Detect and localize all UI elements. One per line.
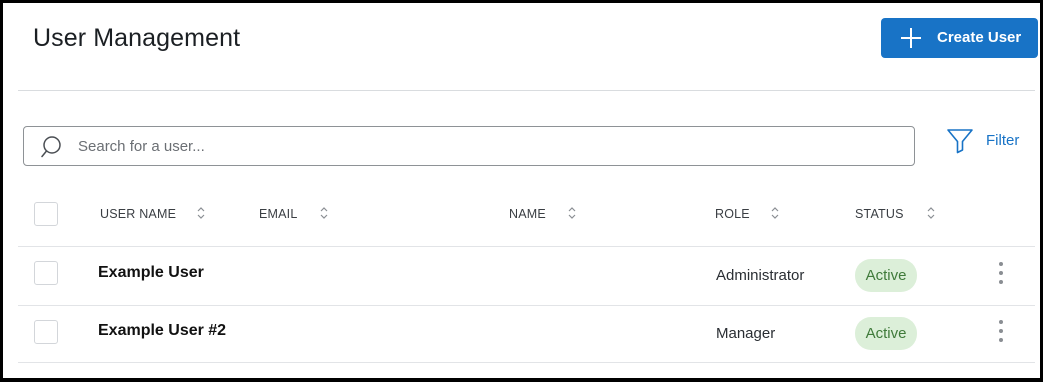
search-icon: [41, 136, 61, 158]
role-cell: Administrator: [716, 267, 805, 284]
more-vertical-icon[interactable]: [994, 261, 1008, 287]
user-name-cell[interactable]: Example User #2: [98, 322, 226, 340]
filter-icon: [947, 129, 973, 154]
column-header-name[interactable]: NAME: [509, 207, 546, 221]
header-divider: [18, 90, 1035, 91]
more-vertical-icon[interactable]: [994, 319, 1008, 345]
plus-icon: [901, 28, 921, 48]
row-checkbox[interactable]: [34, 261, 58, 285]
filter-button[interactable]: Filter: [946, 126, 1026, 156]
column-header-status[interactable]: STATUS: [855, 207, 904, 221]
sort-icon[interactable]: [319, 206, 329, 220]
filter-label: Filter: [986, 132, 1020, 149]
search-box[interactable]: [23, 126, 915, 166]
sort-icon[interactable]: [196, 206, 206, 220]
role-cell: Manager: [716, 325, 776, 342]
row-divider: [18, 305, 1035, 306]
search-input[interactable]: [78, 135, 898, 157]
column-header-role[interactable]: ROLE: [715, 207, 750, 221]
header-row-divider: [18, 246, 1035, 247]
page-title: User Management: [33, 24, 241, 52]
row-checkbox[interactable]: [34, 320, 58, 344]
column-header-user-name[interactable]: USER NAME: [100, 207, 176, 221]
status-badge: Active: [855, 317, 917, 350]
sort-icon[interactable]: [770, 206, 780, 220]
status-badge: Active: [855, 259, 917, 292]
create-user-button-label: Create User: [937, 29, 1022, 46]
sort-icon[interactable]: [567, 206, 577, 220]
select-all-checkbox[interactable]: [34, 202, 58, 226]
user-name-cell[interactable]: Example User: [98, 264, 204, 282]
create-user-button[interactable]: Create User: [881, 18, 1038, 58]
row-divider: [18, 362, 1035, 363]
column-header-email[interactable]: EMAIL: [259, 207, 298, 221]
sort-icon[interactable]: [926, 206, 936, 220]
